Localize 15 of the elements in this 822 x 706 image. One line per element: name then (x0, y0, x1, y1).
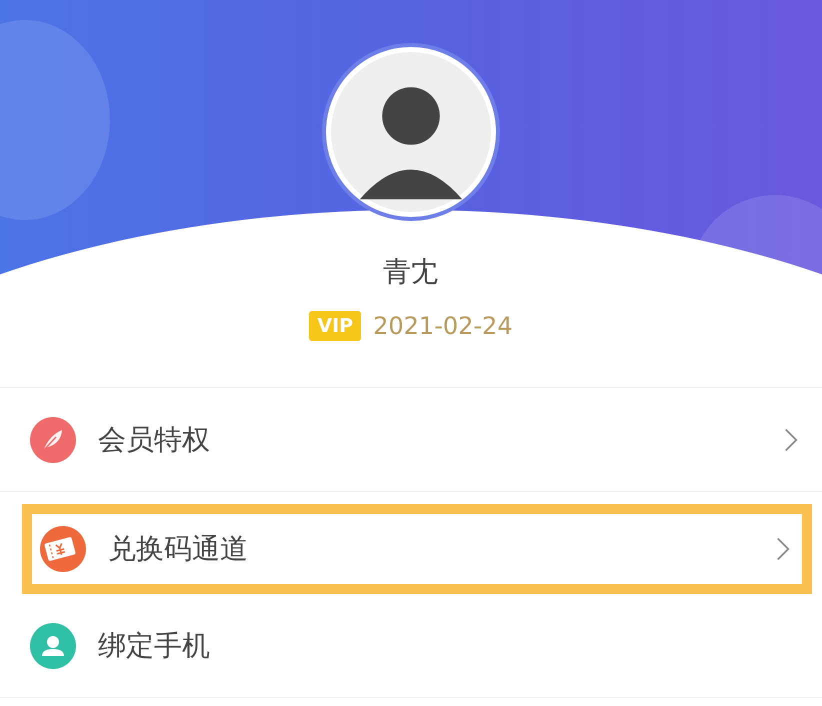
menu-item-label: 兑换码通道 (108, 531, 249, 567)
vip-badge: VIP (309, 311, 362, 341)
menu-item[interactable]: 兑换码通道 (22, 504, 812, 594)
menu-item[interactable]: 绑定手机 (0, 594, 822, 698)
menu-item-label: 会员特权 (98, 422, 211, 458)
chevron-right-icon (784, 426, 798, 452)
user-silhouette-icon (331, 52, 491, 212)
person-icon (30, 622, 76, 668)
ticket-icon (40, 526, 86, 572)
menu-item[interactable]: 会员特权 (0, 388, 822, 492)
menu-item-label: 绑定手机 (98, 628, 211, 664)
user-name: 青冘 (383, 254, 439, 290)
chevron-right-icon (776, 536, 790, 562)
vip-expiry-date: 2021-02-24 (373, 312, 513, 340)
feather-icon (30, 416, 76, 462)
